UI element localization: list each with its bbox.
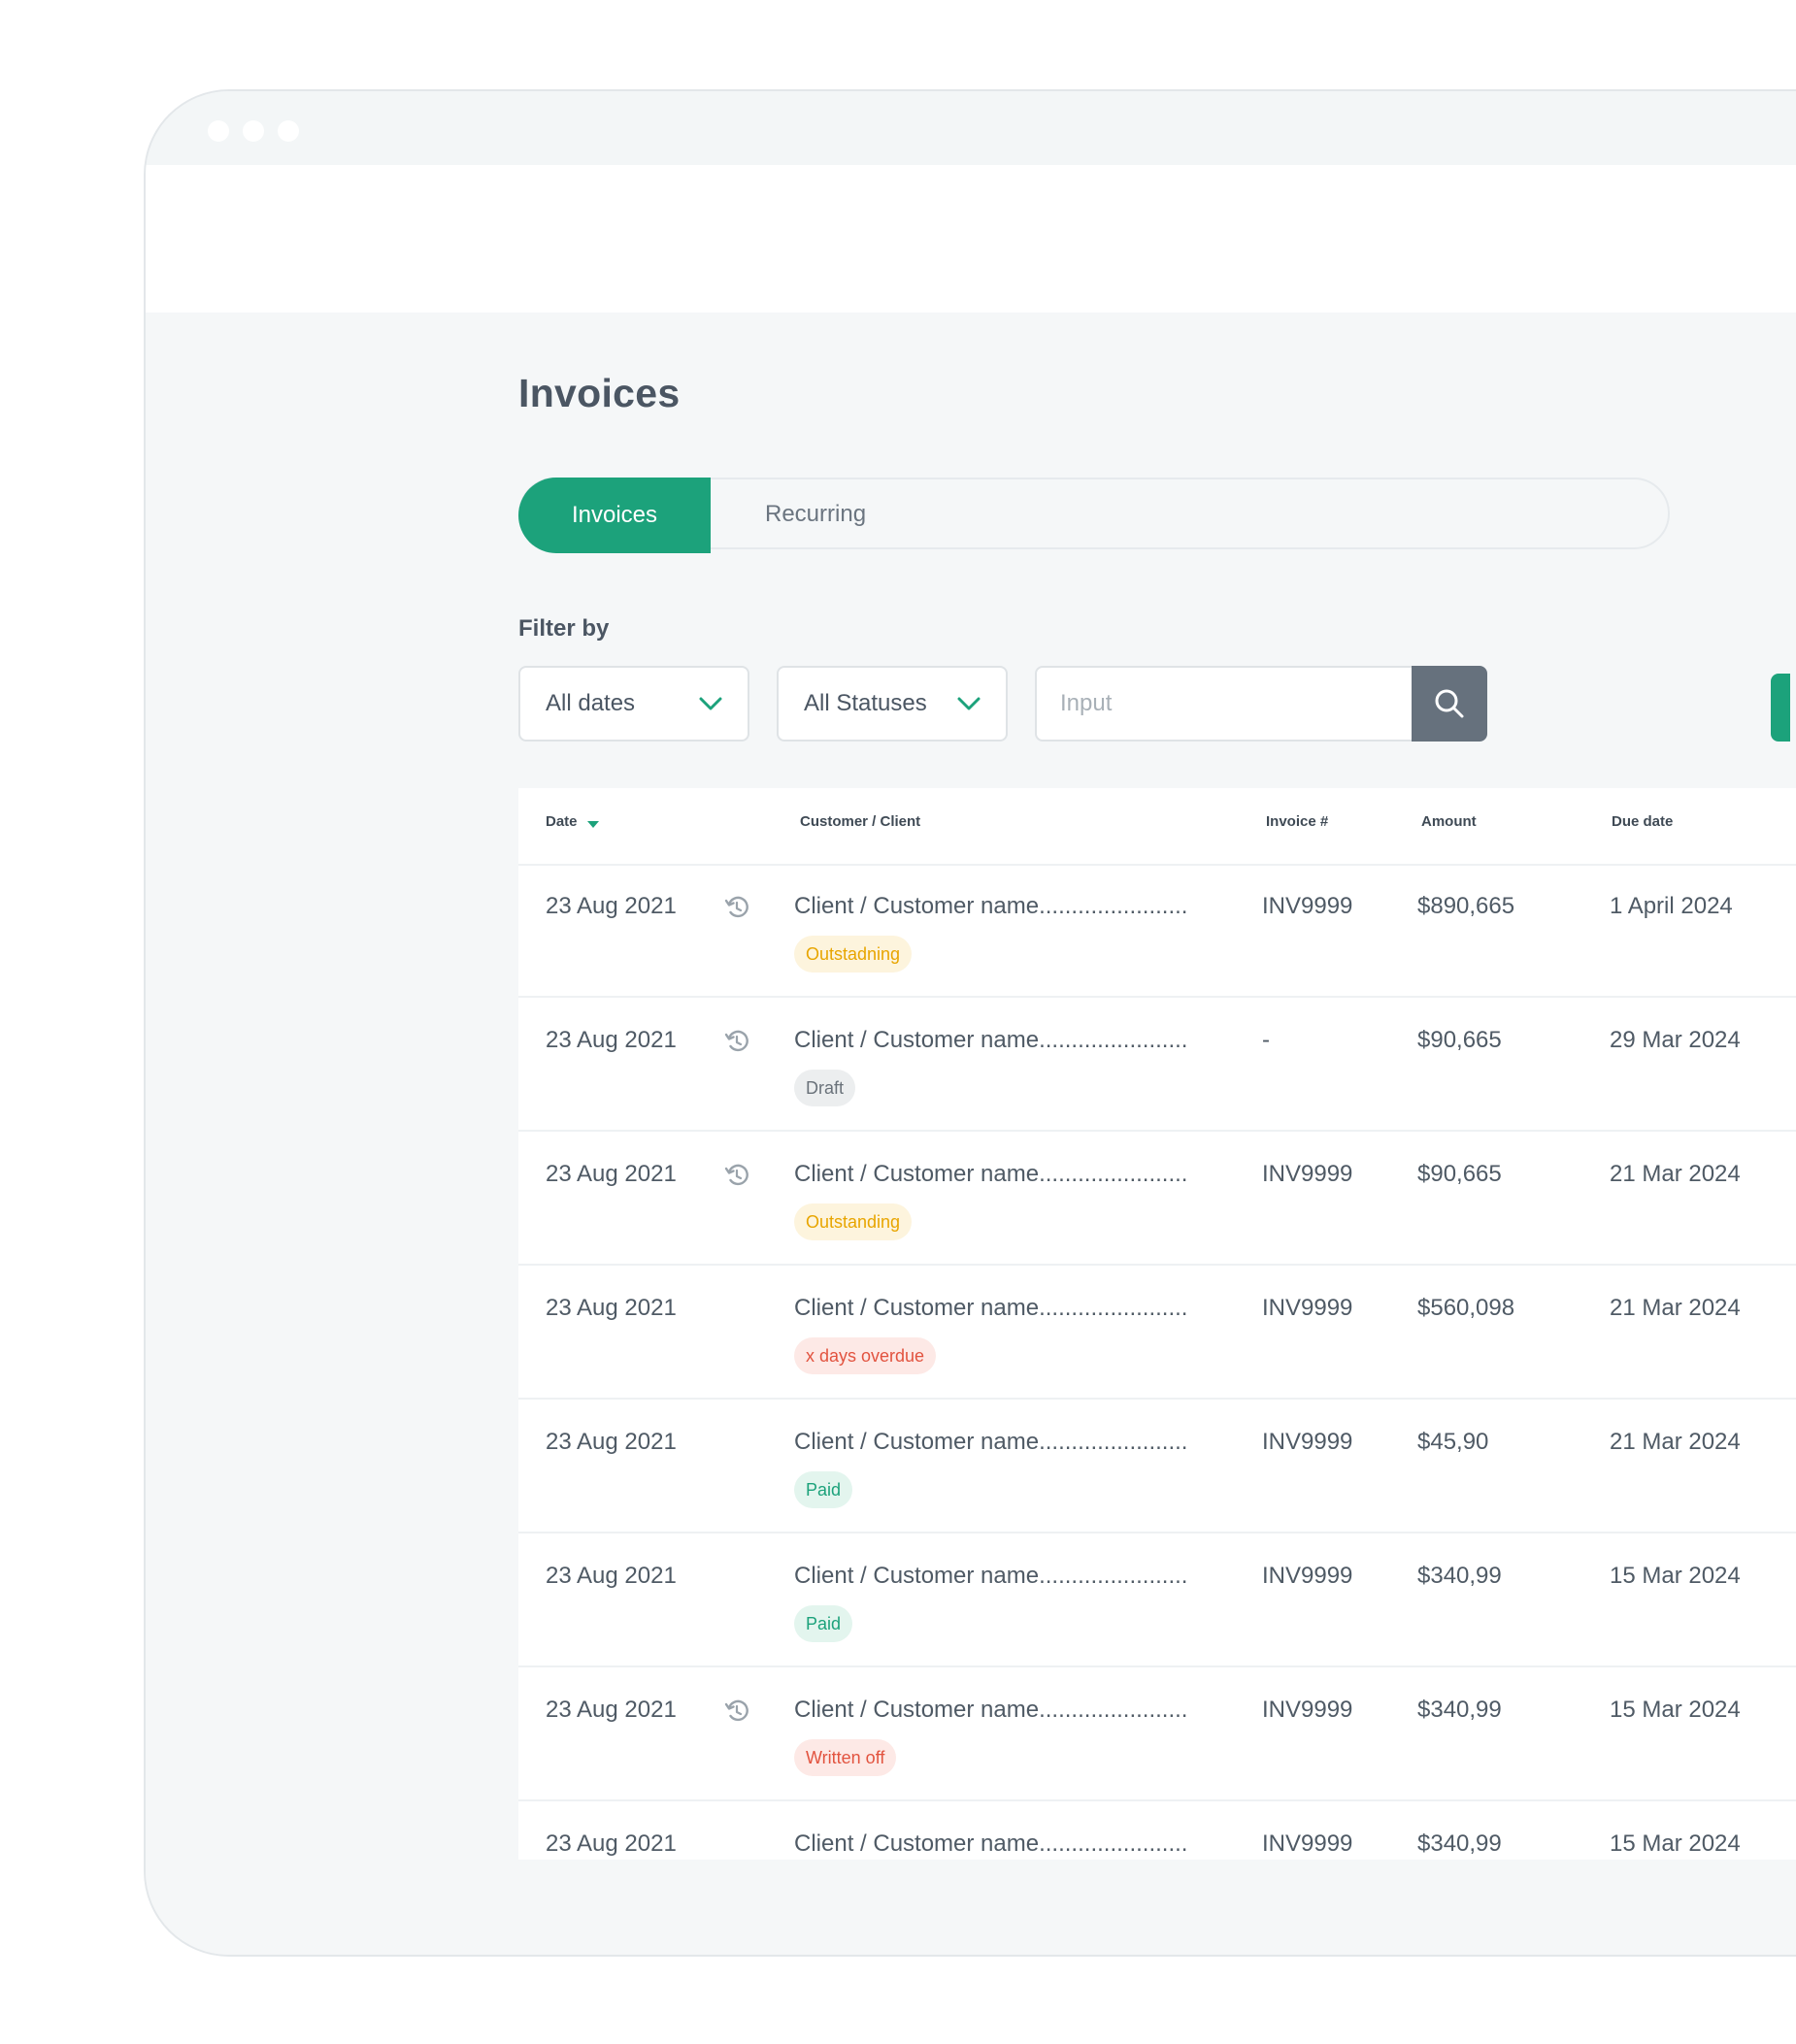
dates-select[interactable]: All dates <box>518 666 749 742</box>
search-button[interactable] <box>1412 666 1487 742</box>
tab-recurring[interactable]: Recurring <box>765 479 866 549</box>
status-badge: x days overdue <box>794 1337 937 1374</box>
dates-select-value: All dates <box>546 690 636 716</box>
row-amount: $90,665 <box>1417 1161 1502 1187</box>
row-invoice-number: INV9999 <box>1262 1697 1353 1723</box>
row-due-date: 15 Mar 2024 <box>1610 1563 1741 1589</box>
row-date: 23 Aug 2021 <box>546 1830 677 1857</box>
window-dot-icon <box>243 120 264 142</box>
row-date: 23 Aug 2021 <box>546 1563 677 1589</box>
column-amount-header: Amount <box>1421 813 1477 830</box>
row-due-date: 21 Mar 2024 <box>1610 1161 1741 1187</box>
row-invoice-number: INV9999 <box>1262 1295 1353 1321</box>
row-amount: $90,665 <box>1417 1027 1502 1053</box>
history-icon[interactable] <box>722 1161 751 1190</box>
table-row[interactable]: 23 Aug 2021 Client / Customer name.......… <box>518 1801 1796 1860</box>
status-badge: Written off <box>794 1739 897 1776</box>
row-amount: $560,098 <box>1417 1295 1515 1321</box>
chevron-down-icon <box>699 697 722 710</box>
page-title: Invoices <box>518 371 681 415</box>
browser-window: Invoices Invoices Recurring Filter by Al… <box>144 89 1796 1957</box>
table-header: Date Customer / Client Invoice # Amount … <box>518 788 1796 866</box>
row-date: 23 Aug 2021 <box>546 1027 677 1053</box>
statuses-select-value: All Statuses <box>804 690 927 716</box>
row-client: Client / Customer name..................… <box>794 1295 1188 1321</box>
top-header-band <box>146 165 1796 313</box>
search-input[interactable] <box>1035 666 1412 742</box>
row-due-date: 15 Mar 2024 <box>1610 1697 1741 1723</box>
row-invoice-number: INV9999 <box>1262 893 1353 919</box>
table-row[interactable]: 23 Aug 2021 Client / Customer name.......… <box>518 998 1796 1132</box>
primary-action-button[interactable] <box>1771 674 1790 742</box>
row-date: 23 Aug 2021 <box>546 1295 677 1321</box>
tab-switcher: Invoices Recurring <box>518 478 1670 553</box>
sort-down-icon <box>586 820 599 828</box>
column-date-header[interactable]: Date <box>546 813 599 830</box>
table-row[interactable]: 23 Aug 2021 Client / Customer name.......… <box>518 1400 1796 1533</box>
row-client: Client / Customer name..................… <box>794 1697 1188 1723</box>
table-row[interactable]: 23 Aug 2021 Client / Customer name.......… <box>518 1533 1796 1667</box>
row-amount: $340,99 <box>1417 1830 1502 1857</box>
row-amount: $340,99 <box>1417 1697 1502 1723</box>
row-amount: $45,90 <box>1417 1429 1489 1455</box>
row-amount: $890,665 <box>1417 893 1515 919</box>
row-client: Client / Customer name..................… <box>794 1830 1188 1857</box>
row-invoice-number: INV9999 <box>1262 1830 1353 1857</box>
row-invoice-number: INV9999 <box>1262 1429 1353 1455</box>
window-dot-icon <box>278 120 299 142</box>
tab-invoices[interactable]: Invoices <box>518 478 711 553</box>
row-due-date: 15 Mar 2024 <box>1610 1830 1741 1857</box>
column-invoice-header: Invoice # <box>1266 813 1329 830</box>
row-due-date: 21 Mar 2024 <box>1610 1295 1741 1321</box>
row-invoice-number: INV9999 <box>1262 1563 1353 1589</box>
column-due-date-header: Due date <box>1612 813 1674 830</box>
window-dot-icon <box>208 120 229 142</box>
status-badge: Outstanding <box>794 1203 913 1240</box>
row-date: 23 Aug 2021 <box>546 893 677 919</box>
history-icon[interactable] <box>722 893 751 922</box>
row-due-date: 1 April 2024 <box>1610 893 1733 919</box>
chevron-down-icon <box>957 697 981 710</box>
history-icon[interactable] <box>722 1027 751 1056</box>
row-invoice-number: INV9999 <box>1262 1161 1353 1187</box>
invoices-table: Date Customer / Client Invoice # Amount … <box>518 788 1796 1860</box>
table-row[interactable]: 23 Aug 2021 Client / Customer name.......… <box>518 1132 1796 1266</box>
table-row[interactable]: 23 Aug 2021 Client / Customer name.......… <box>518 1667 1796 1801</box>
row-client: Client / Customer name..................… <box>794 1027 1188 1053</box>
search-icon <box>1435 689 1464 718</box>
row-date: 23 Aug 2021 <box>546 1429 677 1455</box>
column-date-label: Date <box>546 813 578 830</box>
main-content: Invoices Invoices Recurring Filter by Al… <box>146 313 1796 1955</box>
table-row[interactable]: 23 Aug 2021 Client / Customer name.......… <box>518 1266 1796 1400</box>
row-due-date: 29 Mar 2024 <box>1610 1027 1741 1053</box>
row-client: Client / Customer name..................… <box>794 1161 1188 1187</box>
statuses-select[interactable]: All Statuses <box>777 666 1008 742</box>
row-client: Client / Customer name..................… <box>794 1429 1188 1455</box>
row-client: Client / Customer name..................… <box>794 893 1188 919</box>
status-badge: Draft <box>794 1070 856 1106</box>
status-badge: Paid <box>794 1471 853 1508</box>
row-due-date: 21 Mar 2024 <box>1610 1429 1741 1455</box>
status-badge: Outstadning <box>794 936 913 973</box>
row-invoice-number: - <box>1262 1027 1270 1053</box>
row-date: 23 Aug 2021 <box>546 1161 677 1187</box>
table-row[interactable]: 23 Aug 2021 Client / Customer name.......… <box>518 864 1796 998</box>
window-titlebar <box>146 91 1796 165</box>
history-icon[interactable] <box>722 1697 751 1726</box>
row-client: Client / Customer name..................… <box>794 1563 1188 1589</box>
status-badge: Paid <box>794 1605 853 1642</box>
row-amount: $340,99 <box>1417 1563 1502 1589</box>
column-client-header: Customer / Client <box>800 813 921 830</box>
row-date: 23 Aug 2021 <box>546 1697 677 1723</box>
filter-label: Filter by <box>518 615 610 642</box>
